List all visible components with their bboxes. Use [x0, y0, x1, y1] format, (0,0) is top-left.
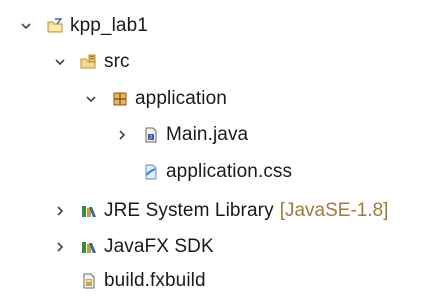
tree-item-jre-system-library[interactable]: JRE System Library [JavaSE-1.8]: [52, 196, 388, 226]
css-file-icon: [142, 163, 160, 181]
chevron-down-icon[interactable]: [83, 91, 99, 107]
fxbuild-file-icon: [80, 272, 98, 290]
chevron-right-icon[interactable]: [52, 203, 68, 219]
source-folder-icon: [80, 53, 98, 71]
tree-item-label: src: [104, 51, 130, 72]
library-icon: [80, 202, 98, 220]
library-icon: [80, 238, 98, 256]
tree-item-label: JRE System Library: [104, 200, 274, 221]
tree-item-javafx-sdk[interactable]: JavaFX SDK: [52, 232, 214, 262]
tree-item-label: build.fxbuild: [104, 270, 206, 291]
tree-item-label: JavaFX SDK: [104, 236, 214, 257]
project-explorer-tree: kpp_lab1 src application J Main.java app…: [0, 0, 430, 297]
tree-item-label: application.css: [166, 161, 293, 182]
package-icon: [111, 90, 129, 108]
tree-item-main-java[interactable]: J Main.java: [114, 120, 248, 150]
tree-item-build-fxbuild[interactable]: build.fxbuild: [52, 266, 206, 296]
java-project-folder-icon: [46, 17, 64, 35]
chevron-down-icon[interactable]: [18, 18, 34, 34]
chevron-right-icon[interactable]: [52, 239, 68, 255]
tree-item-label: kpp_lab1: [70, 15, 148, 36]
jre-version-decoration: [JavaSE-1.8]: [279, 200, 389, 221]
tree-item-label: Main.java: [166, 124, 249, 145]
tree-item-kpp-lab1[interactable]: kpp_lab1: [18, 11, 148, 41]
tree-item-src[interactable]: src: [52, 47, 130, 77]
tree-item-label: application: [135, 88, 227, 109]
chevron-down-icon[interactable]: [52, 54, 68, 70]
tree-item-application-css[interactable]: application.css: [114, 157, 292, 187]
tree-item-application-package[interactable]: application: [83, 84, 227, 114]
java-file-icon: J: [142, 126, 160, 144]
chevron-right-icon[interactable]: [114, 127, 130, 143]
